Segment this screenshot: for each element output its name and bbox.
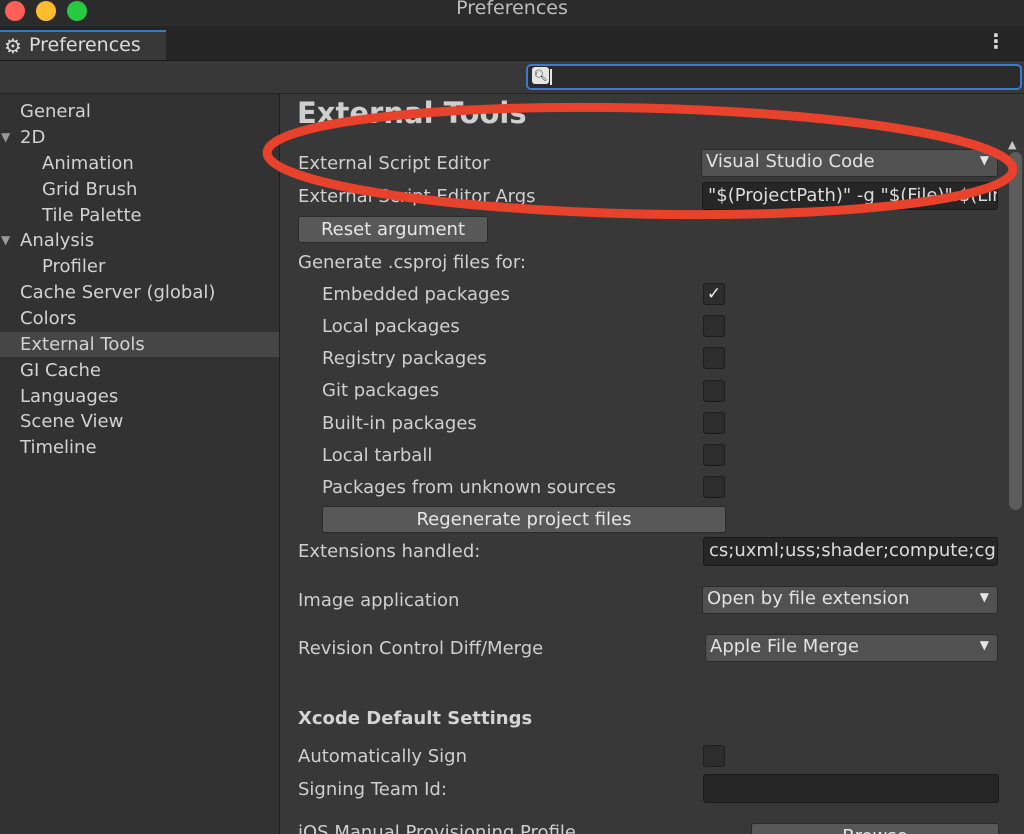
- local-tarball-checkbox[interactable]: [703, 444, 725, 466]
- sidebar-item-tile-palette[interactable]: Tile Palette: [0, 203, 279, 228]
- local-packages-checkbox[interactable]: [703, 315, 725, 337]
- embedded-packages-label: Embedded packages: [322, 284, 510, 305]
- search-input[interactable]: [554, 66, 1004, 86]
- sidebar-item-label: Analysis: [20, 230, 95, 251]
- sidebar-item-timeline[interactable]: Timeline: [0, 435, 279, 460]
- sidebar-item-label: Timeline: [20, 437, 97, 458]
- dropdown-value: Visual Studio Code: [706, 151, 875, 172]
- unknown-sources-label: Packages from unknown sources: [322, 477, 616, 498]
- revision-control-label: Revision Control Diff/Merge: [298, 638, 544, 659]
- search-icon: 🔍︎: [532, 67, 549, 84]
- sidebar-item-label: Animation: [42, 153, 134, 174]
- chevron-down-icon: ▼: [979, 638, 989, 652]
- sidebar-item-profiler[interactable]: Profiler: [0, 254, 279, 279]
- sidebar-item-cache-server[interactable]: Cache Server (global): [0, 280, 279, 305]
- generate-csproj-label: Generate .csproj files for:: [298, 252, 526, 273]
- regenerate-project-files-button[interactable]: Regenerate project files: [322, 506, 726, 533]
- automatically-sign-checkbox[interactable]: [703, 745, 725, 767]
- sidebar-item-label: External Tools: [20, 334, 145, 355]
- more-options-icon[interactable]: ⋮: [986, 29, 1006, 53]
- scroll-up-arrow-icon[interactable]: ▲: [1008, 138, 1016, 151]
- expand-arrow-icon[interactable]: ▼: [1, 125, 10, 150]
- external-script-editor-args-field[interactable]: "$(ProjectPath)" -g "$(File)":$(Line):$(…: [702, 182, 998, 210]
- sidebar-item-2d[interactable]: ▼ 2D: [0, 125, 279, 150]
- sidebar-item-label: Grid Brush: [42, 179, 138, 200]
- sidebar-item-label: Colors: [20, 308, 77, 329]
- built-in-packages-checkbox[interactable]: [703, 412, 725, 434]
- sidebar-item-grid-brush[interactable]: Grid Brush: [0, 177, 279, 202]
- signing-team-id-label: Signing Team Id:: [298, 779, 447, 800]
- sidebar-item-general[interactable]: General: [0, 99, 279, 124]
- chevron-down-icon: ▼: [979, 590, 989, 604]
- expand-arrow-icon[interactable]: ▼: [1, 228, 10, 253]
- chevron-down-icon: ▼: [979, 153, 989, 167]
- sidebar-item-languages[interactable]: Languages: [0, 384, 279, 409]
- external-script-editor-args-label: External Script Editor Args: [298, 186, 536, 207]
- extensions-handled-label: Extensions handled:: [298, 541, 481, 562]
- window-title-bar: Preferences: [0, 0, 1024, 26]
- field-value: cs;uxml;uss;shader;compute;cginc;hlsl;gl…: [709, 540, 998, 561]
- tab-bar: ⚙ Preferences ⋮: [0, 26, 1024, 61]
- signing-team-id-field[interactable]: [703, 774, 999, 803]
- git-packages-checkbox[interactable]: [703, 380, 725, 402]
- registry-packages-checkbox[interactable]: [703, 347, 725, 369]
- tab-label: Preferences: [29, 34, 141, 56]
- sidebar-item-colors[interactable]: Colors: [0, 306, 279, 331]
- sidebar-item-label: Tile Palette: [42, 205, 142, 226]
- browse-button[interactable]: Browse: [751, 823, 999, 834]
- sidebar-item-label: 2D: [20, 127, 46, 148]
- image-application-dropdown[interactable]: Open by file extension ▼: [702, 586, 998, 614]
- search-field[interactable]: 🔍︎: [526, 64, 1022, 90]
- preferences-sidebar: General ▼ 2D Animation Grid Brush Tile P…: [0, 94, 280, 834]
- built-in-packages-label: Built-in packages: [322, 413, 477, 434]
- sidebar-item-label: Languages: [20, 386, 119, 407]
- sidebar-item-label: Profiler: [42, 256, 106, 277]
- external-tools-panel: External Tools External Script Editor Vi…: [280, 94, 1024, 834]
- embedded-packages-checkbox[interactable]: ✓: [703, 283, 725, 305]
- sidebar-item-external-tools[interactable]: External Tools: [0, 332, 279, 357]
- text-caret: [550, 69, 552, 85]
- git-packages-label: Git packages: [322, 380, 440, 401]
- sidebar-item-scene-view[interactable]: Scene View: [0, 409, 279, 434]
- external-script-editor-label: External Script Editor: [298, 153, 490, 174]
- search-row: 🔍︎: [0, 61, 1024, 94]
- automatically-sign-label: Automatically Sign: [298, 746, 467, 767]
- extensions-handled-field[interactable]: cs;uxml;uss;shader;compute;cginc;hlsl;gl…: [703, 537, 998, 566]
- dropdown-value: Open by file extension: [707, 588, 910, 609]
- vertical-scrollbar-thumb[interactable]: [1009, 152, 1022, 510]
- revision-control-dropdown[interactable]: Apple File Merge ▼: [705, 634, 998, 662]
- field-value: "$(ProjectPath)" -g "$(File)":$(Line):$(…: [708, 185, 997, 206]
- ios-profile-label: iOS Manual Provisioning Profile: [298, 822, 576, 834]
- sidebar-item-label: GI Cache: [20, 360, 101, 381]
- image-application-label: Image application: [298, 590, 460, 611]
- sidebar-item-analysis[interactable]: ▼ Analysis: [0, 228, 279, 253]
- page-title: External Tools: [297, 96, 527, 130]
- dropdown-value: Apple File Merge: [710, 636, 859, 657]
- tab-preferences[interactable]: ⚙ Preferences: [0, 30, 166, 60]
- sidebar-item-label: General: [20, 101, 91, 122]
- local-tarball-label: Local tarball: [322, 445, 433, 466]
- sidebar-item-label: Scene View: [20, 411, 124, 432]
- external-script-editor-dropdown[interactable]: Visual Studio Code ▼: [701, 149, 998, 177]
- gear-icon: ⚙: [4, 34, 22, 58]
- window-title: Preferences: [456, 0, 568, 19]
- xcode-settings-heading: Xcode Default Settings: [298, 708, 533, 729]
- unknown-sources-checkbox[interactable]: [703, 476, 725, 498]
- sidebar-item-gi-cache[interactable]: GI Cache: [0, 358, 279, 383]
- local-packages-label: Local packages: [322, 316, 460, 337]
- reset-argument-button[interactable]: Reset argument: [298, 216, 488, 243]
- sidebar-item-animation[interactable]: Animation: [0, 151, 279, 176]
- registry-packages-label: Registry packages: [322, 348, 487, 369]
- sidebar-item-label: Cache Server (global): [20, 282, 216, 303]
